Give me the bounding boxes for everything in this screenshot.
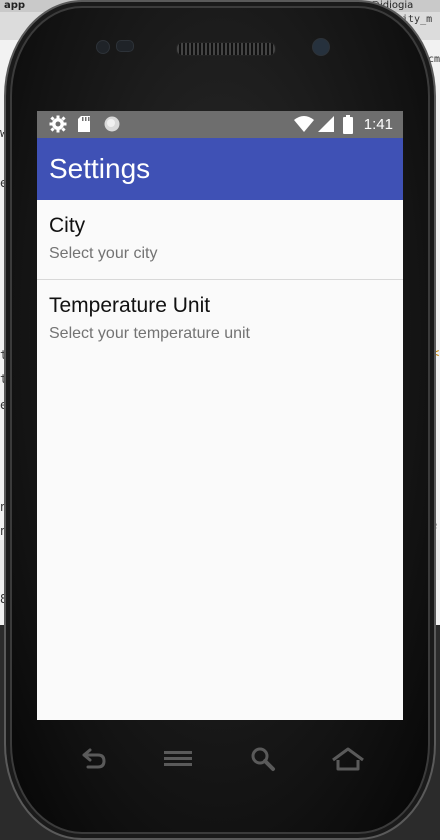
page-title: Settings (49, 153, 151, 184)
pref-summary: Select your city (49, 245, 158, 262)
menu-icon[interactable] (162, 744, 194, 774)
pref-temperature-unit[interactable]: Temperature Unit Select your temperature… (37, 280, 403, 359)
pref-city[interactable]: City Select your city (37, 200, 403, 279)
circle-icon (104, 116, 120, 132)
pref-title: City (49, 214, 86, 237)
signal-icon (318, 116, 334, 132)
pref-title: Temperature Unit (49, 294, 211, 317)
sensor (96, 40, 110, 54)
status-bar: 1:41 (37, 111, 403, 138)
device-screen: 1:41 Settings City Select your city Temp… (37, 111, 403, 720)
pref-summary: Select your temperature unit (49, 325, 250, 342)
search-icon[interactable] (248, 744, 278, 774)
wifi-icon (294, 116, 314, 132)
sensor (116, 40, 134, 52)
front-camera (312, 38, 330, 56)
back-icon[interactable] (78, 744, 108, 774)
sd-card-icon (78, 116, 90, 132)
home-icon[interactable] (330, 744, 366, 774)
app-toolbar: Settings (37, 138, 403, 200)
status-time: 1:41 (363, 116, 393, 133)
gear-icon (49, 115, 67, 133)
earpiece-speaker (176, 42, 276, 56)
battery-icon (343, 115, 353, 134)
ide-tab[interactable]: app (4, 0, 25, 12)
